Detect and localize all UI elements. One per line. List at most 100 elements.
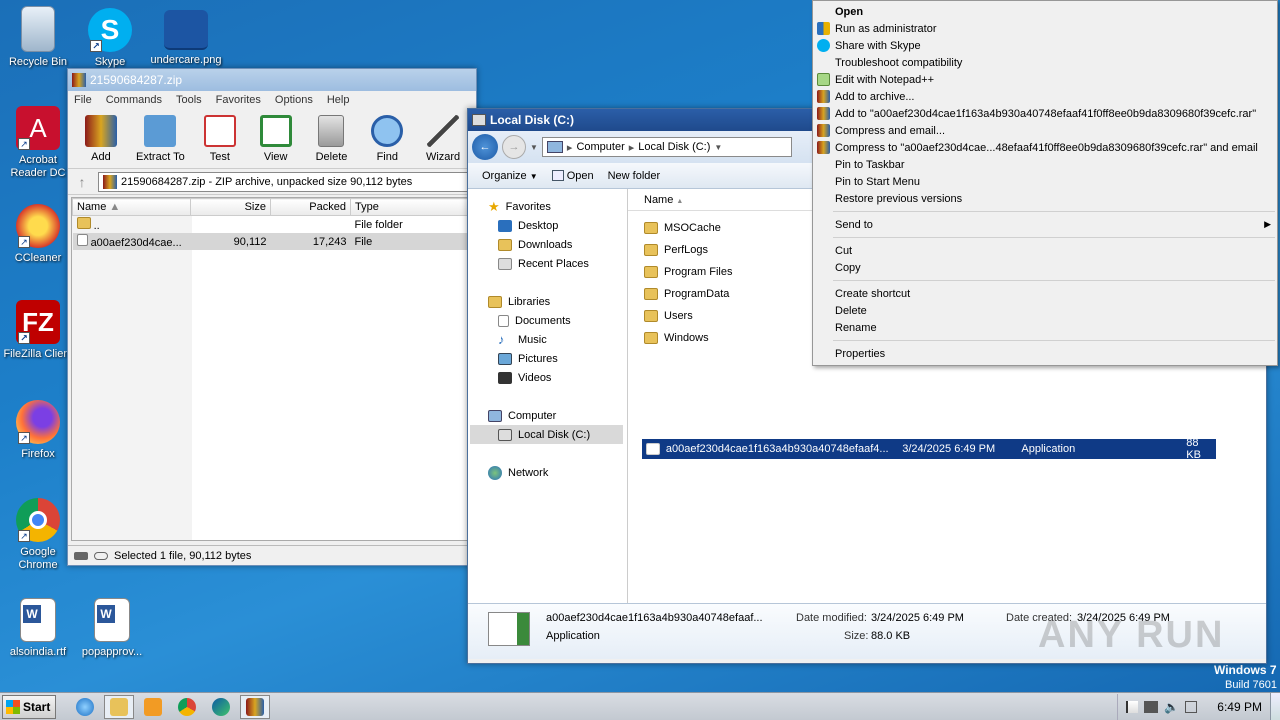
nav-libraries[interactable]: Libraries: [488, 292, 623, 311]
menu-item-delete[interactable]: Delete: [813, 302, 1277, 319]
column-header-packed[interactable]: Packed: [270, 198, 351, 216]
menu-tools[interactable]: Tools: [176, 94, 202, 108]
add-button[interactable]: Add: [76, 115, 126, 164]
extract-to-button[interactable]: Extract To: [132, 115, 189, 164]
taskbar-winrar[interactable]: [240, 694, 270, 719]
power-icon[interactable]: [1185, 700, 1198, 713]
find-button[interactable]: Find: [362, 115, 412, 164]
menu-item-run-as-admin[interactable]: Run as administrator: [813, 20, 1277, 37]
menu-item-properties[interactable]: Properties: [813, 345, 1277, 362]
desktop-icon-recycle-bin[interactable]: Recycle Bin: [0, 6, 76, 69]
winrar-window[interactable]: 21590684287.zip File Commands Tools Favo…: [67, 68, 477, 566]
menu-favorites[interactable]: Favorites: [216, 94, 261, 108]
selected-file-row[interactable]: a00aef230d4cae1f163a4b930a40748efaaf4...…: [642, 437, 1216, 461]
nav-desktop[interactable]: Desktop: [488, 216, 623, 235]
menu-item-troubleshoot[interactable]: Troubleshoot compatibility: [813, 54, 1277, 71]
column-header-type[interactable]: Type: [350, 198, 472, 216]
image-file-icon: [164, 10, 208, 50]
drive-icon: [74, 551, 88, 560]
menu-item-compress-email[interactable]: Compress and email...: [813, 122, 1277, 139]
desktop-icon-firefox[interactable]: ↗ Firefox: [0, 400, 76, 461]
menu-item-cut[interactable]: Cut: [813, 242, 1277, 259]
winrar-titlebar[interactable]: 21590684287.zip: [68, 69, 476, 91]
table-row[interactable]: a00aef230d4cae... 90,112 17,243 File: [72, 233, 472, 250]
menu-options[interactable]: Options: [275, 94, 313, 108]
menu-item-compress-to-rar[interactable]: Compress to "a00aef230d4cae...48efaaf41f…: [813, 139, 1277, 156]
menu-item-pin-taskbar[interactable]: Pin to Taskbar: [813, 156, 1277, 173]
nav-recent-places[interactable]: Recent Places: [488, 254, 623, 273]
book-icon: [259, 115, 292, 147]
forward-button[interactable]: →: [502, 135, 526, 159]
desktop-icon-skype[interactable]: S ↗ Skype: [72, 8, 148, 69]
new-folder-button[interactable]: New folder: [608, 170, 661, 182]
system-tray: 🔈 6:49 PM: [1117, 693, 1270, 720]
menu-item-open[interactable]: Open: [813, 3, 1277, 20]
menu-item-send-to[interactable]: Send to ▶: [813, 216, 1277, 233]
column-header-size[interactable]: Size: [190, 198, 271, 216]
nav-downloads[interactable]: Downloads: [488, 235, 623, 254]
menu-separator: [833, 237, 1275, 238]
taskbar-media-player[interactable]: [138, 695, 168, 719]
windows-version-text: Windows 7: [1214, 663, 1277, 677]
desktop-icon-filezilla[interactable]: FZ ↗ FileZilla Client: [0, 300, 76, 361]
menu-help[interactable]: Help: [327, 94, 350, 108]
anyrun-watermark: ANY RUN: [1038, 614, 1225, 656]
delete-button[interactable]: Delete: [307, 115, 357, 164]
organize-button[interactable]: Organize ▼: [482, 170, 538, 182]
taskbar-explorer[interactable]: [104, 694, 134, 719]
desktop-icon-acrobat[interactable]: A ↗ Acrobat Reader DC: [0, 106, 76, 180]
nav-computer[interactable]: Computer: [488, 406, 623, 425]
breadcrumb-local-disk[interactable]: Local Disk (C:): [638, 141, 710, 153]
back-button[interactable]: ←: [472, 134, 498, 160]
menu-file[interactable]: File: [74, 94, 92, 108]
menu-commands[interactable]: Commands: [106, 94, 162, 108]
menu-item-pin-start[interactable]: Pin to Start Menu: [813, 173, 1277, 190]
nav-music[interactable]: ♪ Music: [488, 330, 623, 349]
up-arrow-icon[interactable]: ↑: [72, 174, 92, 190]
desktop-icon-undercare[interactable]: undercare.png: [148, 10, 224, 67]
taskbar-ie[interactable]: [70, 695, 100, 719]
taskbar-edge[interactable]: [206, 695, 236, 719]
view-button[interactable]: View: [251, 115, 301, 164]
table-row[interactable]: .. File folder: [73, 216, 472, 234]
nav-documents[interactable]: Documents: [488, 311, 623, 330]
desktop-icon-popapprov[interactable]: W popapprov...: [74, 598, 150, 659]
menu-item-share-skype[interactable]: Share with Skype: [813, 37, 1277, 54]
menu-item-copy[interactable]: Copy: [813, 259, 1277, 276]
windows-logo-icon: [6, 699, 20, 714]
menu-item-notepad[interactable]: Edit with Notepad++: [813, 71, 1277, 88]
winrar-toolbar: Add Extract To Test View Delete Find Wiz…: [68, 111, 476, 169]
selected-file-name: a00aef230d4cae1f163a4b930a40748efaaf4...: [665, 443, 889, 455]
notepad-icon: [817, 73, 830, 86]
test-button[interactable]: Test: [195, 115, 245, 164]
show-desktop-button[interactable]: [1270, 692, 1280, 720]
winrar-file-list[interactable]: Name ▲ Size Packed Type .. File folder a…: [71, 197, 473, 541]
history-dropdown-icon[interactable]: ▼: [530, 143, 538, 152]
nav-pictures[interactable]: Pictures: [488, 349, 623, 368]
volume-icon[interactable]: 🔈: [1164, 700, 1179, 714]
network-icon[interactable]: [1144, 700, 1159, 713]
winrar-address-bar[interactable]: 21590684287.zip - ZIP archive, unpacked …: [98, 171, 472, 192]
nav-network[interactable]: Network: [488, 463, 623, 482]
nav-videos[interactable]: Videos: [488, 368, 623, 387]
desktop-icon-ccleaner[interactable]: ↗ CCleaner: [0, 204, 76, 265]
desktop-icon-alsoindia[interactable]: W alsoindia.rtf: [0, 598, 76, 659]
nav-local-disk[interactable]: Local Disk (C:): [470, 425, 623, 444]
menu-item-restore[interactable]: Restore previous versions: [813, 190, 1277, 207]
acrobat-icon: A ↗: [16, 106, 60, 150]
taskbar-chrome[interactable]: [172, 695, 202, 719]
column-header-name[interactable]: Name ▲: [72, 198, 191, 216]
flag-icon[interactable]: [1126, 700, 1139, 713]
menu-item-create-shortcut[interactable]: Create shortcut: [813, 285, 1277, 302]
breadcrumb-computer[interactable]: Computer: [576, 141, 624, 153]
start-button[interactable]: Start: [2, 694, 56, 719]
nav-favorites[interactable]: ★ Favorites: [488, 197, 623, 216]
wizard-button[interactable]: Wizard: [418, 115, 468, 164]
menu-item-add-to-rar[interactable]: Add to "a00aef230d4cae1f163a4b930a40748e…: [813, 105, 1277, 122]
menu-item-add-archive[interactable]: Add to archive...: [813, 88, 1277, 105]
clock[interactable]: 6:49 PM: [1217, 700, 1262, 714]
menu-item-rename[interactable]: Rename: [813, 319, 1277, 336]
breadcrumb[interactable]: ▸ Computer ▸ Local Disk (C:) ▼: [541, 137, 792, 157]
open-button[interactable]: Open: [551, 170, 594, 182]
desktop-icon-chrome[interactable]: ↗ Google Chrome: [0, 498, 76, 572]
